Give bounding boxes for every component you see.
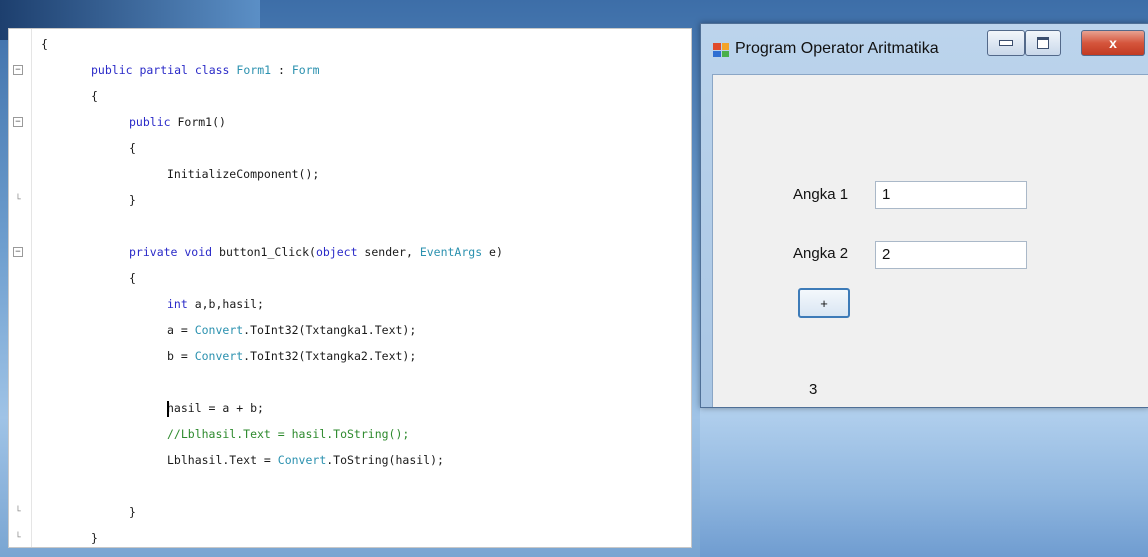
minimize-button[interactable]: [987, 30, 1025, 56]
code-token: b =: [167, 349, 195, 363]
result-label: 3: [809, 381, 818, 398]
code-token: int: [167, 297, 188, 311]
code-token: Convert: [194, 323, 244, 337]
code-token: InitializeComponent();: [167, 167, 320, 181]
code-token: button1_Click(: [212, 245, 316, 259]
maximize-icon: [1037, 37, 1049, 49]
code-token: }: [129, 505, 136, 519]
code-token: e): [482, 245, 503, 259]
code-token: a =: [167, 323, 195, 337]
form-window[interactable]: Program Operator Aritmatika x Angka 1 1 …: [700, 23, 1148, 408]
angka2-input[interactable]: 2: [875, 241, 1027, 269]
collapse-icon[interactable]: −: [9, 29, 27, 31]
code-line[interactable]: int a,b,hasil;: [167, 291, 264, 317]
code-token: .ToString(hasil);: [326, 453, 444, 467]
code-line[interactable]: {: [129, 265, 136, 291]
collapse-icon[interactable]: −: [9, 239, 27, 265]
code-line[interactable]: Lblhasil.Text = Convert.ToString(hasil);: [167, 447, 444, 473]
code-token: Lblhasil.Text =: [167, 453, 278, 467]
code-token: {: [129, 271, 136, 285]
outline-end-marker: └: [15, 507, 21, 517]
code-token: }: [129, 193, 136, 207]
code-token: .ToInt32(Txtangka1.Text);: [243, 323, 417, 337]
code-token: public partial class: [91, 63, 230, 77]
collapse-icon[interactable]: −: [9, 57, 27, 83]
code-line[interactable]: {: [91, 83, 98, 109]
angka1-input[interactable]: 1: [875, 181, 1027, 209]
code-line[interactable]: hasil = a + b;: [167, 395, 264, 421]
code-token: Convert: [277, 453, 327, 467]
code-token: }: [91, 531, 98, 545]
code-line[interactable]: namespace WindowsFormsApplication1: [41, 29, 276, 31]
maximize-button[interactable]: [1025, 30, 1061, 56]
code-token: object: [315, 245, 358, 259]
app-icon[interactable]: [713, 43, 729, 57]
code-token: a,b,hasil;: [187, 297, 264, 311]
add-button[interactable]: +: [798, 288, 850, 318]
code-token: :: [271, 63, 292, 77]
desktop-background: [700, 400, 1148, 557]
code-line[interactable]: {: [41, 31, 48, 57]
code-line[interactable]: //Lblhasil.Text = hasil.ToString();: [167, 421, 409, 447]
code-token: public: [129, 115, 171, 129]
code-token: {: [41, 37, 48, 51]
code-token: hasil = a + b;: [167, 401, 264, 415]
code-token: .ToInt32(Txtangka2.Text);: [243, 349, 417, 363]
code-token: Form: [291, 63, 320, 77]
form-client-area: Angka 1 1 Angka 2 2 + 3: [712, 74, 1148, 407]
code-editor[interactable]: −−−−└└└└ namespace WindowsFormsApplicati…: [8, 28, 692, 548]
code-token: Convert: [194, 349, 244, 363]
code-line[interactable]: }: [91, 525, 98, 547]
code-line[interactable]: a = Convert.ToInt32(Txtangka1.Text);: [167, 317, 416, 343]
code-token: sender,: [357, 245, 420, 259]
text-caret: [167, 401, 169, 417]
code-token: Form1: [236, 63, 272, 77]
title-bar[interactable]: Program Operator Aritmatika x: [701, 24, 1148, 74]
code-line[interactable]: public Form1(): [129, 109, 226, 135]
code-line[interactable]: InitializeComponent();: [167, 161, 319, 187]
window-title: Program Operator Aritmatika: [735, 40, 939, 57]
code-token: private void: [129, 245, 213, 259]
code-token: Form1(): [170, 115, 226, 129]
editor-gutter: [9, 29, 32, 547]
angka2-label: Angka 2: [793, 245, 849, 262]
code-token: {: [91, 89, 98, 103]
outline-end-marker: └: [15, 533, 21, 543]
angka1-label: Angka 1: [793, 186, 849, 203]
code-line[interactable]: }: [129, 187, 136, 213]
close-icon: x: [1109, 35, 1117, 51]
code-line[interactable]: }: [129, 499, 136, 525]
code-token: //Lblhasil.Text = hasil.ToString();: [167, 427, 410, 441]
code-line[interactable]: b = Convert.ToInt32(Txtangka2.Text);: [167, 343, 416, 369]
code-token: {: [129, 141, 136, 155]
minimize-icon: [999, 40, 1013, 46]
code-line[interactable]: {: [129, 135, 136, 161]
collapse-icon[interactable]: −: [9, 109, 27, 135]
code-token: EventArgs: [419, 245, 483, 259]
code-line[interactable]: private void button1_Click(object sender…: [129, 239, 503, 265]
outline-end-marker: └: [15, 195, 21, 205]
close-button[interactable]: x: [1081, 30, 1145, 56]
code-line[interactable]: public partial class Form1 : Form: [91, 57, 320, 83]
